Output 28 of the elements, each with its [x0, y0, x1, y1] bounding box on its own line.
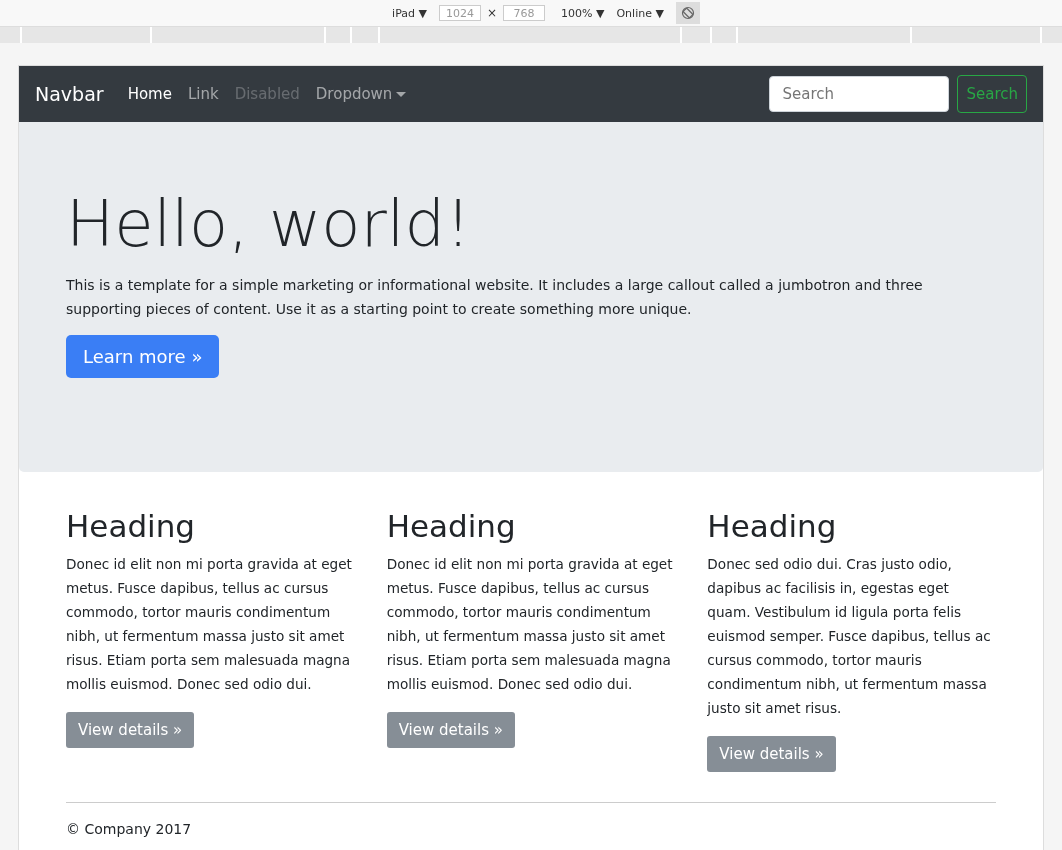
footer-text: © Company 2017 [65, 821, 193, 837]
search-button[interactable]: Search [957, 75, 1027, 113]
column-heading: Heading [707, 508, 838, 544]
view-details-button[interactable]: View details » [66, 712, 195, 748]
jumbotron-text: This is a template for a simple marketing or informational website. It includes a large callout called a jumbotron and three supporting pieces of content. Use it as a starting point to create something more unique. [66, 275, 924, 319]
height-field[interactable]: 768 [503, 5, 546, 21]
zoom-select[interactable]: 100% ▼ [561, 6, 605, 20]
network-select[interactable]: Online ▼ [616, 6, 664, 20]
caret-icon [396, 91, 407, 97]
view-details-button[interactable]: View details » [707, 736, 836, 772]
view-details-button[interactable]: View details » [386, 712, 515, 748]
search-field[interactable]: Search [769, 76, 950, 112]
nav-link[interactable]: Link [187, 85, 219, 103]
column-heading: Heading [386, 508, 517, 544]
device-select[interactable]: iPad ▼ [392, 6, 427, 20]
column-text: Donec id elit non mi porta gravida at eget metus. Fusce dapibus, tellus ac cursus commodo, tortor mauris condimentum nibh, ut fermentum massa justo sit amet risus. Etiam porta sem malesuada magna mollis euismod. Donec sed odio dui. [386, 555, 674, 694]
column-heading: Heading [66, 508, 196, 544]
rotate-icon [680, 6, 695, 20]
rotate-button[interactable] [675, 2, 700, 24]
dropdown-toggle[interactable]: Dropdown [315, 85, 407, 103]
navbar-brand[interactable]: Navbar [35, 83, 104, 105]
times-sign: × [487, 6, 498, 20]
width-field[interactable]: 1024 [439, 5, 481, 21]
column-text: Donec id elit non mi porta gravida at eget metus. Fusce dapibus, tellus ac cursus commodo, tortor mauris condimentum nibh, ut fermentum massa justo sit amet risus. Etiam porta sem malesuada magna mollis euismod. Donec sed odio dui. [66, 555, 353, 694]
jumbotron-title: Hello, world! [66, 186, 472, 263]
nav-link[interactable]: Home [127, 85, 172, 103]
learn-more-button[interactable]: Learn more » [66, 334, 220, 378]
column-text: Donec sed odio dui. Cras justo odio, dapibus ac facilisis in, egestas eget quam. Vestibulum id ligula porta felis euismod semper. Fusce dapibus, tellus ac cursus commodo, tortor mauris condimentum nibh, ut fermentum massa justo sit amet risus. [707, 555, 992, 718]
